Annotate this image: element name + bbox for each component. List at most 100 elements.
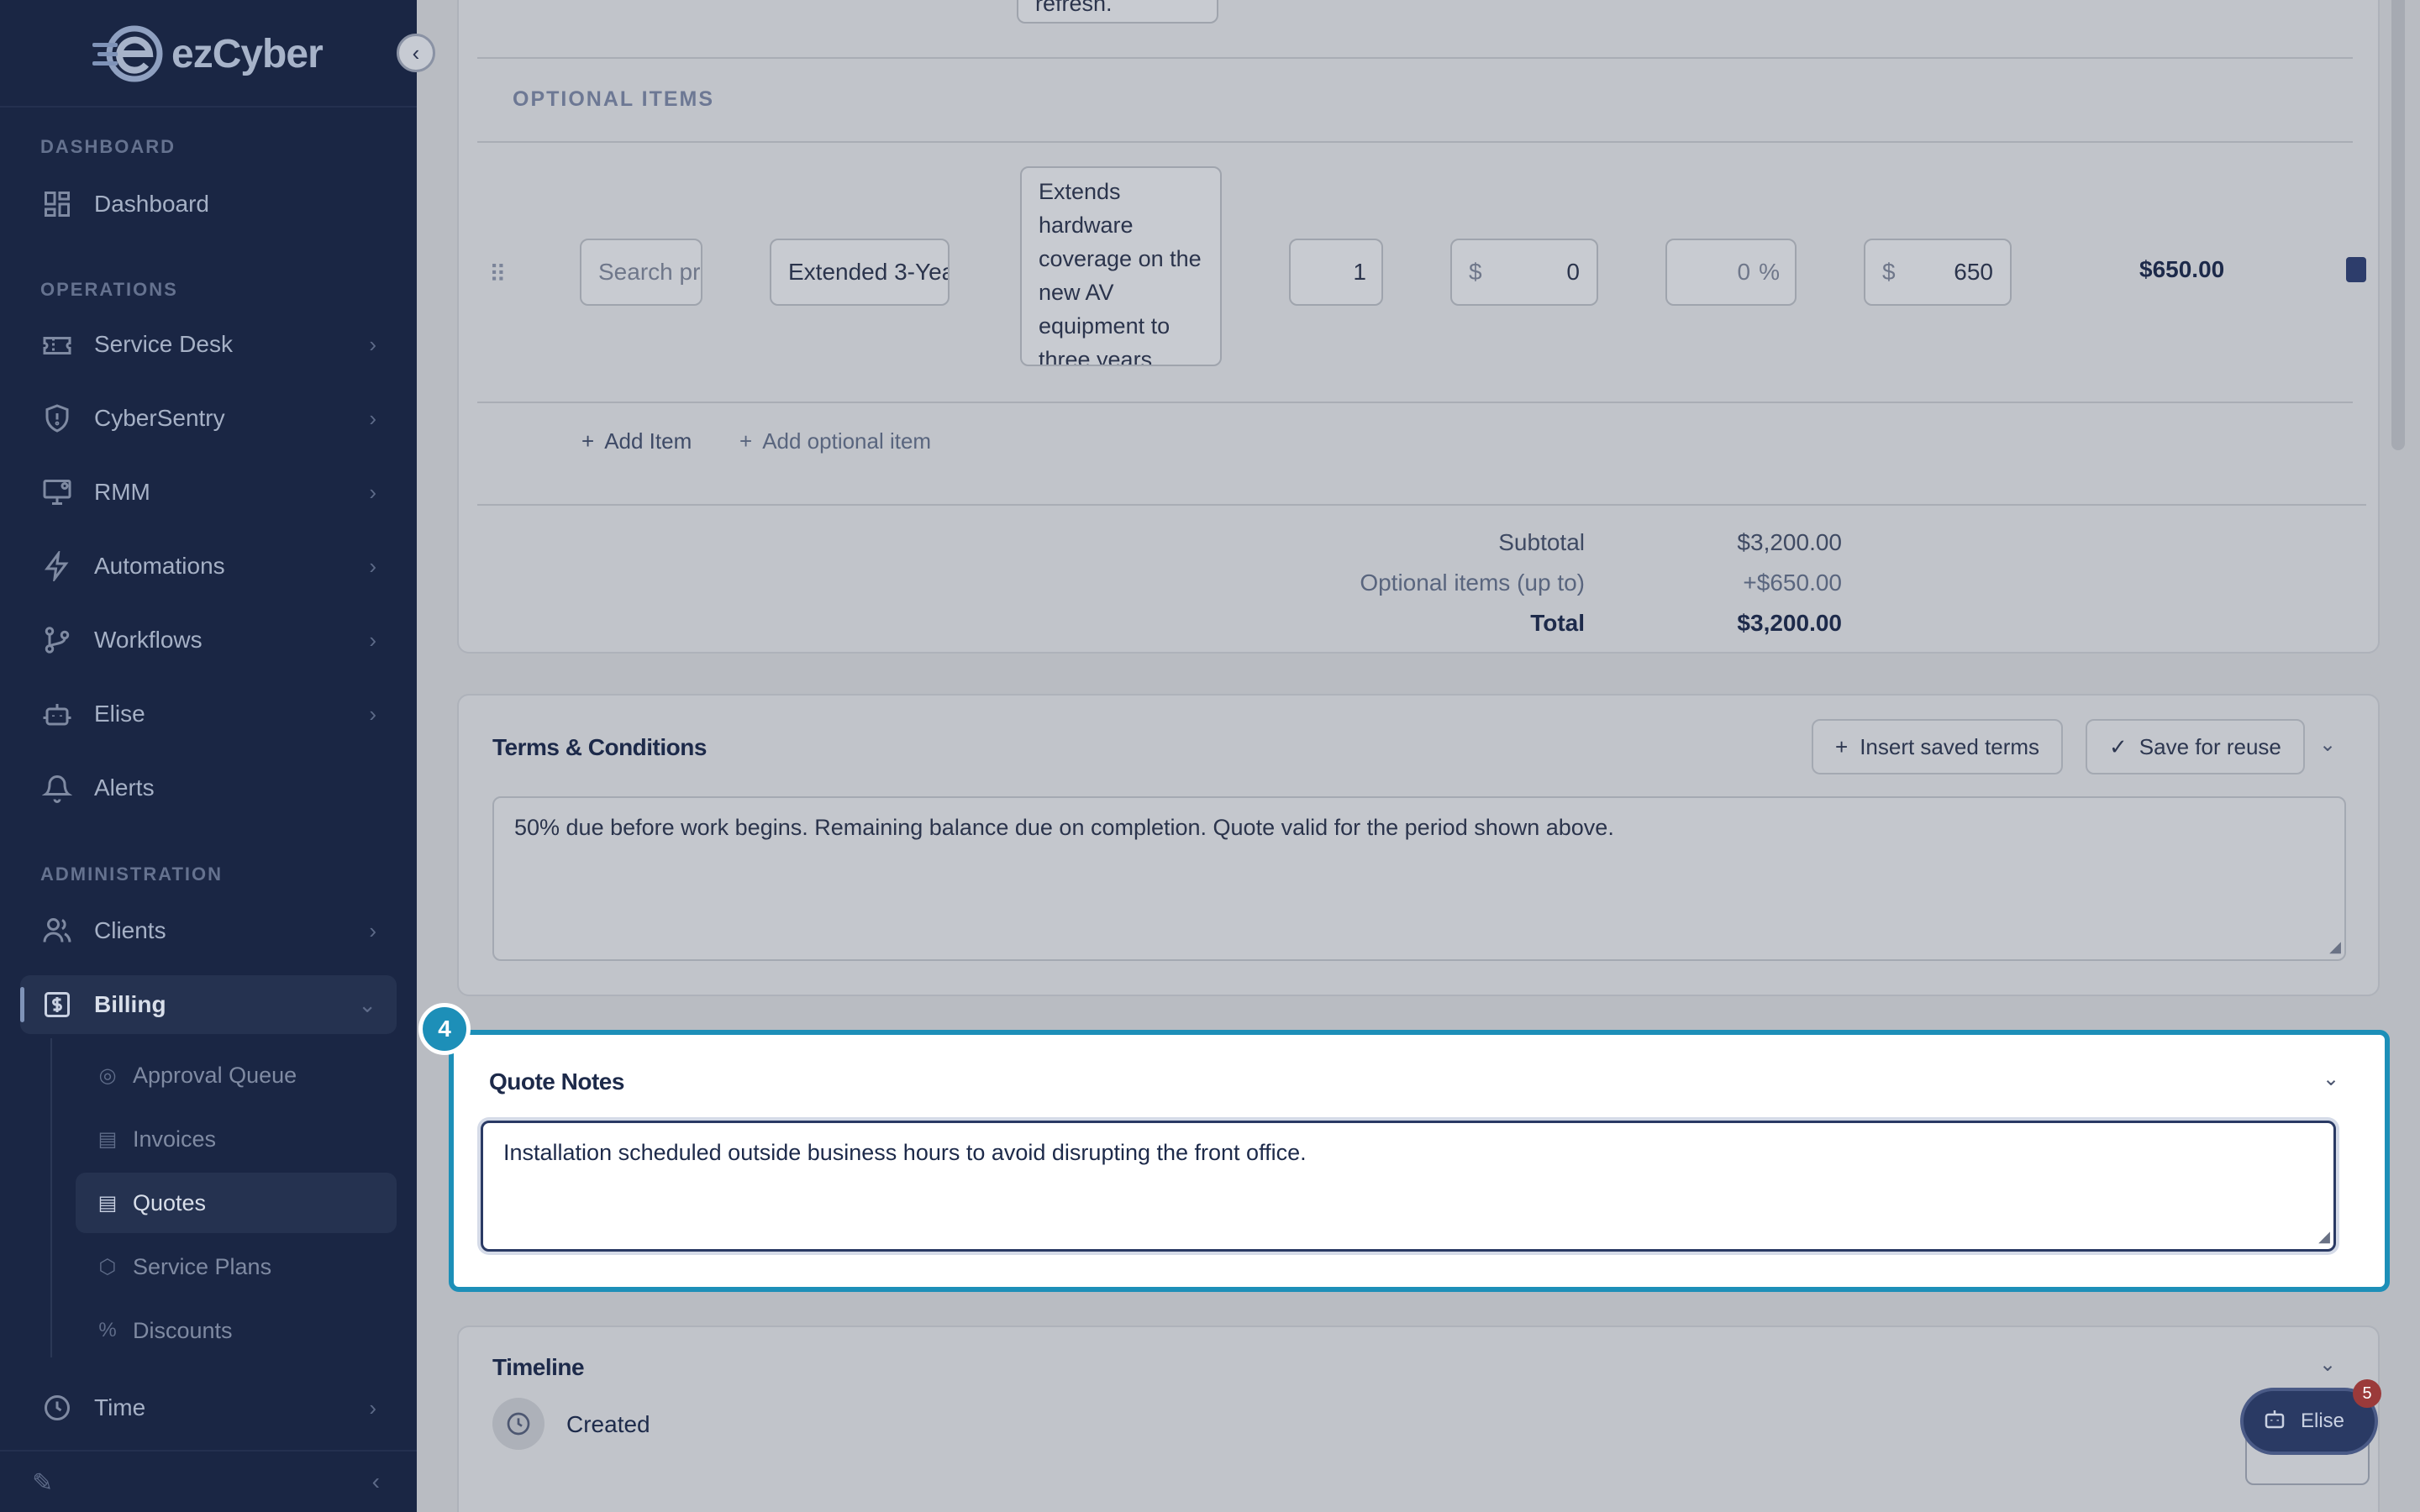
save-for-reuse-label: Save for reuse	[2139, 733, 2281, 759]
sidebar-item-billing[interactable]: Billing ⌄	[20, 975, 397, 1034]
elise-button-label: Elise	[2301, 1410, 2345, 1432]
sidebar-subitem-quotes[interactable]: ▤ Quotes	[76, 1173, 397, 1233]
chevron-down-icon[interactable]: ⌄	[2319, 732, 2336, 757]
sidebar-item-label: Service Desk	[94, 331, 233, 357]
percent-icon: %	[98, 1319, 117, 1341]
sidebar-subitem-label: Invoices	[133, 1126, 217, 1152]
sidebar-item-label: Billing	[94, 991, 166, 1017]
add-optional-item-button[interactable]: + Add optional item	[739, 428, 931, 454]
sidebar-item-alerts[interactable]: Alerts	[20, 759, 397, 817]
cost-input[interactable]: $ 0	[1450, 239, 1598, 306]
timeline-card: Timeline ⌄ Created Se	[457, 1326, 2380, 1512]
sidebar-subitem-service-plans[interactable]: ⬡ Service Plans	[76, 1236, 397, 1297]
git-branch-icon	[40, 623, 74, 657]
notification-badge: 5	[2353, 1379, 2381, 1408]
previous-description-textarea[interactable]: refresh.	[1017, 0, 1218, 24]
line-items-scrollbar[interactable]	[2391, 0, 2405, 450]
quote-notes-textarea[interactable]: Installation scheduled outside business …	[481, 1121, 2336, 1252]
chevron-right-icon: ›	[369, 331, 376, 357]
main-content: refresh. OPTIONAL ITEMS ⠿ Search product…	[417, 0, 2420, 1512]
sidebar-item-time[interactable]: Time ›	[20, 1378, 397, 1437]
sidebar-subitem-label: Discounts	[133, 1317, 233, 1343]
chevron-right-icon: ›	[369, 627, 376, 653]
brand-name: ezCyber	[171, 31, 324, 76]
ezcyber-logo[interactable]: ezCyber	[92, 22, 324, 86]
sidebar-item-clients[interactable]: Clients ›	[20, 901, 397, 960]
drag-handle-icon[interactable]: ⠿	[489, 260, 507, 288]
line-total: $650.00	[2139, 256, 2225, 282]
sidebar-subitem-invoices[interactable]: ▤ Invoices	[76, 1109, 397, 1169]
terms-textarea[interactable]: 50% due before work begins. Remaining ba…	[492, 796, 2346, 961]
resize-grip-icon[interactable]: ◢	[2329, 938, 2341, 956]
sidebar-subitem-discounts[interactable]: % Discounts	[76, 1300, 397, 1361]
item-description-text: Extends hardware coverage on the new AV …	[1039, 179, 1202, 366]
robot-icon	[2262, 1406, 2287, 1437]
sidebar-item-label: Time	[94, 1394, 146, 1420]
sidebar-subitem-label: Approval Queue	[133, 1062, 297, 1088]
optional-header-divider-bottom	[477, 141, 2353, 143]
ticket-icon	[40, 328, 74, 361]
insert-saved-terms-label: Insert saved terms	[1860, 733, 2040, 759]
add-optional-item-label: Add optional item	[762, 428, 932, 454]
terms-text: 50% due before work begins. Remaining ba…	[514, 815, 1614, 840]
subtotal-value: $3,200.00	[1737, 529, 1842, 555]
add-item-label: Add Item	[604, 428, 692, 454]
insert-saved-terms-button[interactable]: + Insert saved terms	[1812, 719, 2064, 774]
chevron-left-icon: ‹	[412, 39, 420, 66]
optional-row-divider	[477, 402, 2353, 403]
chevron-left-icon[interactable]: ‹	[372, 1468, 380, 1495]
chevron-right-icon: ›	[369, 479, 376, 505]
previous-description-text: refresh.	[1035, 0, 1113, 16]
price-value: 650	[1954, 259, 1993, 285]
sidebar-item-service-desk[interactable]: Service Desk ›	[20, 315, 397, 374]
quote-notes-highlight: Quote Notes ⌄ Installation scheduled out…	[449, 1030, 2390, 1292]
item-description-textarea[interactable]: Extends hardware coverage on the new AV …	[1020, 166, 1222, 366]
sidebar-item-elise[interactable]: Elise ›	[20, 685, 397, 743]
cost-value: 0	[1566, 259, 1580, 285]
product-search-placeholder: Search products	[598, 259, 701, 285]
bell-icon	[40, 771, 74, 805]
sidebar-item-rmm[interactable]: RMM ›	[20, 463, 397, 522]
section-label-administration: ADMINISTRATION	[40, 864, 224, 885]
grid-icon	[40, 187, 74, 221]
sidebar-item-cybersentry[interactable]: CyberSentry ›	[20, 389, 397, 448]
sidebar-item-label: RMM	[94, 479, 150, 505]
product-search-input[interactable]: Search products	[580, 239, 702, 306]
price-input[interactable]: $ 650	[1864, 239, 2012, 306]
chevron-down-icon[interactable]: ⌄	[2323, 1067, 2339, 1091]
clock-icon	[40, 1391, 74, 1425]
quantity-input[interactable]: 1	[1289, 239, 1383, 306]
elise-assistant-button[interactable]: Elise 5	[2240, 1379, 2381, 1455]
dollar-receipt-icon	[40, 988, 74, 1021]
sidebar-item-workflows[interactable]: Workflows ›	[20, 611, 397, 669]
active-indicator	[20, 987, 24, 1022]
discount-input[interactable]: 0 %	[1665, 239, 1797, 306]
item-name-input[interactable]: Extended 3-Year Warranty	[770, 239, 950, 306]
sidebar-subitem-approval-queue[interactable]: ◎ Approval Queue	[76, 1045, 397, 1105]
quote-notes-card: Quote Notes ⌄ Installation scheduled out…	[460, 1042, 2378, 1280]
add-item-button[interactable]: + Add Item	[581, 428, 692, 454]
sidebar-item-label: CyberSentry	[94, 405, 225, 431]
optional-total-value: +$650.00	[1743, 570, 1842, 596]
sidebar-item-dashboard[interactable]: Dashboard	[20, 175, 397, 234]
resize-grip-icon[interactable]: ◢	[2318, 1228, 2330, 1246]
lightning-icon	[40, 549, 74, 583]
sidebar-collapse-button[interactable]: ‹	[397, 34, 435, 72]
sidebar-item-label: Workflows	[94, 627, 203, 653]
pencil-icon[interactable]: ✎	[32, 1468, 53, 1498]
sidebar-item-automations[interactable]: Automations ›	[20, 537, 397, 596]
save-for-reuse-button[interactable]: ✓ Save for reuse	[2086, 719, 2305, 774]
quote-notes-text: Installation scheduled outside business …	[503, 1140, 1307, 1165]
monitor-icon	[40, 475, 74, 509]
plus-icon: +	[1835, 733, 1849, 759]
section-label-dashboard: DASHBOARD	[40, 136, 176, 157]
chevron-down-icon[interactable]: ⌄	[2319, 1352, 2336, 1377]
users-icon	[40, 914, 74, 948]
optional-item-checkbox[interactable]	[2346, 257, 2366, 282]
submenu-guide-line	[50, 1038, 52, 1357]
discount-value: 0	[1737, 259, 1751, 285]
chevron-right-icon: ›	[369, 405, 376, 431]
quote-notes-title: Quote Notes	[489, 1068, 624, 1095]
sidebar-footer: ✎ ‹	[0, 1450, 417, 1512]
sidebar-item-label: Elise	[94, 701, 145, 727]
